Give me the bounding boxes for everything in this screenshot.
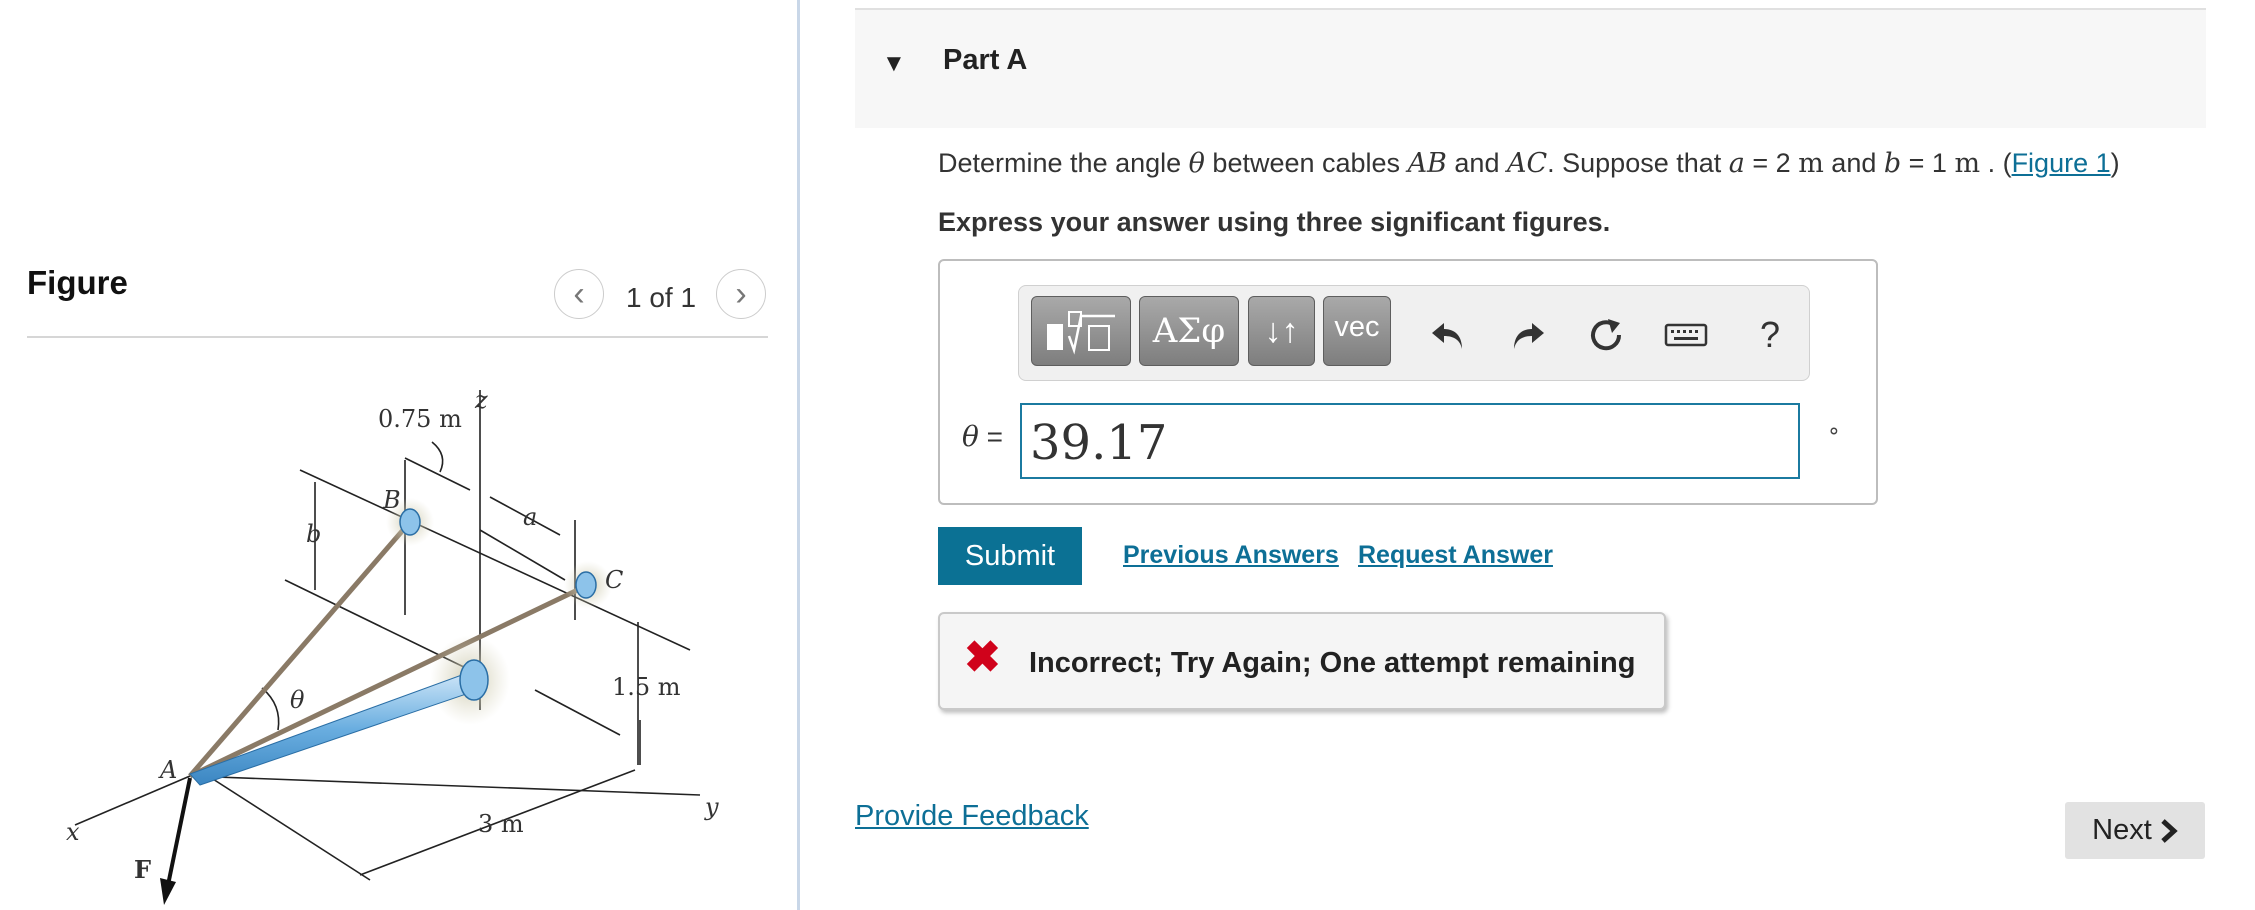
feedback-box: ✖ Incorrect; Try Again; One attempt rema… [938, 612, 1666, 710]
theta-angle-label: θ [290, 686, 305, 714]
figure-page-indicator: 1 of 1 [626, 282, 697, 313]
incorrect-x-icon: ✖ [964, 633, 1001, 682]
dim-label-15: 1.5 m [612, 673, 681, 701]
answer-instruction: Express your answer using three signific… [938, 207, 1611, 237]
part-header[interactable]: ▼ Part A [855, 8, 2206, 128]
dim-a-label: a [523, 503, 537, 531]
y-axis-label: y [704, 793, 719, 821]
previous-answers-link[interactable]: Previous Answers [1123, 541, 1339, 570]
previous-figure-button[interactable]: ‹ [554, 269, 604, 319]
submit-button[interactable]: Submit [938, 527, 1082, 585]
feedback-message: Incorrect; Try Again; One attempt remain… [1029, 647, 1636, 679]
chevron-right-next-icon [2161, 818, 2178, 843]
y-axis-line [189, 775, 701, 796]
templates-button[interactable] [1031, 296, 1131, 366]
math-toolbar: ΑΣφ ↓↑ vec ? [1018, 285, 1810, 381]
point-b-label: B [382, 486, 401, 514]
dim-label-3: 3 m [478, 810, 524, 838]
figure-link[interactable]: Figure 1 [2012, 148, 2111, 178]
caret-down-icon[interactable]: ▼ [882, 50, 906, 78]
degree-unit: ∘ [1827, 418, 1841, 443]
force-f-label: F [134, 855, 151, 884]
figure-divider [27, 336, 768, 338]
provide-feedback-link[interactable]: Provide Feedback [855, 800, 1089, 833]
answer-variable-label: θ = [962, 420, 1003, 453]
arrows-button[interactable]: ↓↑ [1248, 296, 1315, 366]
next-figure-button[interactable]: › [716, 269, 766, 319]
answer-input[interactable] [1020, 403, 1800, 479]
next-label: Next [2092, 814, 2152, 846]
help-icon[interactable]: ? [1745, 310, 1795, 360]
reset-icon[interactable] [1581, 310, 1631, 360]
symbols-button[interactable]: ΑΣφ [1139, 296, 1239, 366]
dim-b-label: b [306, 520, 321, 548]
panel-splitter[interactable] [797, 0, 800, 910]
dim-label-075: 0.75 m [378, 405, 462, 433]
figure-title: Figure [27, 264, 128, 301]
vector-button[interactable]: vec [1323, 296, 1391, 366]
keyboard-icon[interactable] [1661, 310, 1711, 360]
redo-icon[interactable] [1503, 310, 1553, 360]
point-a-label: A [158, 756, 177, 784]
request-answer-link[interactable]: Request Answer [1358, 541, 1553, 570]
undo-icon[interactable] [1423, 310, 1473, 360]
chevron-left-icon: ‹ [573, 275, 585, 313]
next-button[interactable]: Next [2065, 802, 2205, 859]
point-c-label: C [605, 566, 623, 594]
z-axis-label: z [474, 386, 488, 414]
part-title: Part A [943, 44, 1028, 76]
figure-panel: Figure ‹ 1 of 1 › 0.75 m z B a b C θ 1.5… [0, 0, 800, 910]
templates-icon [1047, 311, 1115, 355]
chevron-right-icon: › [735, 275, 747, 313]
x-axis-label: x [66, 818, 80, 846]
question-text: Determine the angle θ between cables AB … [938, 148, 2120, 179]
cable-diagram: 0.75 m z B a b C θ 1.5 m A x y 3 m F [66, 386, 719, 905]
